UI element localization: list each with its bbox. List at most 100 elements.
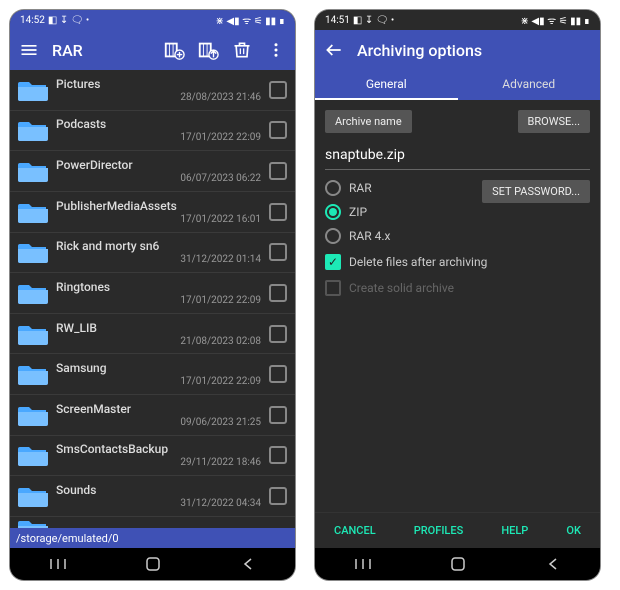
status-bar: 14:51 ◧ ↧ 🗨 • ⋇ ◀▮ ᯤ ⚟ ▮▮ ∎ [315, 10, 600, 30]
folder-icon [18, 517, 48, 528]
current-path: /storage/emulated/0 [16, 532, 119, 545]
file-info: SmsContactsBackup29/11/2022 18:46 [56, 442, 261, 468]
recents-button[interactable] [38, 558, 78, 570]
file-row[interactable]: Podcasts17/01/2022 22:09 [10, 111, 295, 152]
file-list[interactable]: Pictures28/08/2023 21:46Podcasts17/01/20… [10, 70, 295, 528]
tab-advanced[interactable]: Advanced [458, 70, 601, 100]
select-checkbox[interactable] [269, 487, 287, 505]
file-info: Sounds31/12/2022 04:34 [56, 483, 261, 509]
back-arrow-icon[interactable] [323, 39, 345, 61]
file-row[interactable]: ScreenMaster09/06/2023 21:25 [10, 395, 295, 436]
file-name: PublisherMediaAssets [56, 199, 261, 213]
file-row[interactable]: PublisherMediaAssets17/01/2022 16:01 [10, 192, 295, 233]
extract-archive-icon[interactable] [197, 39, 219, 61]
file-name: SmsContactsBackup [56, 442, 261, 456]
select-checkbox[interactable] [269, 81, 287, 99]
checkbox-label: Delete files after archiving [349, 255, 487, 269]
file-date: 31/12/2022 01:14 [56, 254, 261, 265]
back-button[interactable] [533, 557, 573, 571]
set-password-button[interactable]: SET PASSWORD... [482, 180, 590, 203]
file-name: RW_LIB [56, 321, 261, 335]
select-checkbox[interactable] [269, 284, 287, 302]
radio-label: ZIP [349, 205, 367, 219]
recents-button[interactable] [343, 558, 383, 570]
back-button[interactable] [228, 557, 268, 571]
cancel-button[interactable]: CANCEL [330, 524, 380, 537]
select-checkbox[interactable] [269, 446, 287, 464]
file-row[interactable]: Samsung17/01/2022 22:09 [10, 354, 295, 395]
ok-button[interactable]: OK [562, 524, 585, 537]
radio-icon [325, 180, 341, 196]
format-rar4x[interactable]: RAR 4.x [325, 228, 390, 244]
menu-icon[interactable] [18, 39, 40, 61]
select-checkbox[interactable] [269, 121, 287, 139]
select-checkbox[interactable] [269, 365, 287, 383]
file-name: Ringtones [56, 280, 261, 294]
file-date: 17/01/2022 22:09 [56, 376, 261, 387]
dialog-actions: CANCEL PROFILES HELP OK [315, 512, 600, 548]
select-checkbox[interactable] [269, 243, 287, 261]
home-button[interactable] [438, 556, 478, 572]
file-row[interactable]: Pictures28/08/2023 21:46 [10, 70, 295, 111]
file-date: 29/11/2022 18:46 [56, 457, 261, 468]
select-checkbox[interactable] [269, 162, 287, 180]
status-time: 14:52 [20, 15, 45, 26]
app-bar: RAR [10, 30, 295, 70]
add-archive-icon[interactable] [163, 39, 185, 61]
status-icons-right: ⋇ ◀▮ ᯤ ⚟ ▮▮ ∎ [216, 13, 285, 27]
file-name: PowerDirector [56, 158, 261, 172]
overflow-icon[interactable] [265, 39, 287, 61]
select-checkbox[interactable] [269, 406, 287, 424]
delete-after-checkbox[interactable]: ✓ Delete files after archiving [325, 254, 590, 270]
file-name: ScreenMaster [56, 402, 261, 416]
phone-right-archiving-options: 14:51 ◧ ↧ 🗨 • ⋇ ◀▮ ᯤ ⚟ ▮▮ ∎ Archiving op… [315, 10, 600, 580]
file-row[interactable]: Ringtones17/01/2022 22:09 [10, 273, 295, 314]
file-date: 17/01/2022 22:09 [56, 132, 261, 143]
app-bar: Archiving options [315, 30, 600, 70]
file-info: Samsung17/01/2022 22:09 [56, 361, 261, 387]
radio-label: RAR [349, 181, 372, 195]
tab-general[interactable]: General [315, 70, 458, 100]
file-name: Rick and morty sn6 [56, 239, 261, 253]
format-rar[interactable]: RAR [325, 180, 390, 196]
file-row[interactable]: PowerDirector06/07/2023 06:22 [10, 151, 295, 192]
select-checkbox[interactable] [269, 203, 287, 221]
path-bar[interactable]: /storage/emulated/0 [10, 528, 295, 548]
file-date: 21/08/2023 02:08 [56, 336, 261, 347]
file-date: 06/07/2023 06:22 [56, 173, 261, 184]
help-button[interactable]: HELP [497, 524, 532, 537]
file-row-partial[interactable] [10, 517, 295, 528]
format-zip[interactable]: ZIP [325, 204, 390, 220]
file-date: 09/06/2023 21:25 [56, 417, 261, 428]
status-icons-right: ⋇ ◀▮ ᯤ ⚟ ▮▮ ∎ [521, 13, 590, 27]
file-info: Ringtones17/01/2022 22:09 [56, 280, 261, 306]
delete-icon[interactable] [231, 39, 253, 61]
file-date: 17/01/2022 16:01 [56, 214, 261, 225]
file-row[interactable]: SmsContactsBackup29/11/2022 18:46 [10, 436, 295, 477]
browse-button[interactable]: BROWSE... [518, 110, 590, 133]
folder-icon [18, 200, 48, 224]
folder-icon [18, 403, 48, 427]
folder-icon [18, 159, 48, 183]
file-info: Rick and morty sn631/12/2022 01:14 [56, 239, 261, 265]
select-checkbox[interactable] [269, 325, 287, 343]
archive-name-input[interactable]: snaptube.zip [325, 143, 590, 170]
checkbox-icon [325, 280, 341, 296]
file-info: Podcasts17/01/2022 22:09 [56, 117, 261, 143]
profiles-button[interactable]: PROFILES [410, 524, 468, 537]
solid-archive-checkbox: Create solid archive [325, 280, 590, 296]
file-row[interactable]: RW_LIB21/08/2023 02:08 [10, 314, 295, 355]
tabs: General Advanced [315, 70, 600, 100]
file-name: Podcasts [56, 117, 261, 131]
folder-icon [18, 322, 48, 346]
status-icons-left: ◧ ↧ 🗨 • [48, 15, 89, 26]
home-button[interactable] [133, 556, 173, 572]
file-info: ScreenMaster09/06/2023 21:25 [56, 402, 261, 428]
radio-icon [325, 228, 341, 244]
status-bar: 14:52 ◧ ↧ 🗨 • ⋇ ◀▮ ᯤ ⚟ ▮▮ ∎ [10, 10, 295, 30]
radio-icon [325, 204, 341, 220]
file-row[interactable]: Rick and morty sn631/12/2022 01:14 [10, 233, 295, 274]
screen-title: Archiving options [357, 41, 482, 60]
folder-icon [18, 281, 48, 305]
file-row[interactable]: Sounds31/12/2022 04:34 [10, 476, 295, 517]
